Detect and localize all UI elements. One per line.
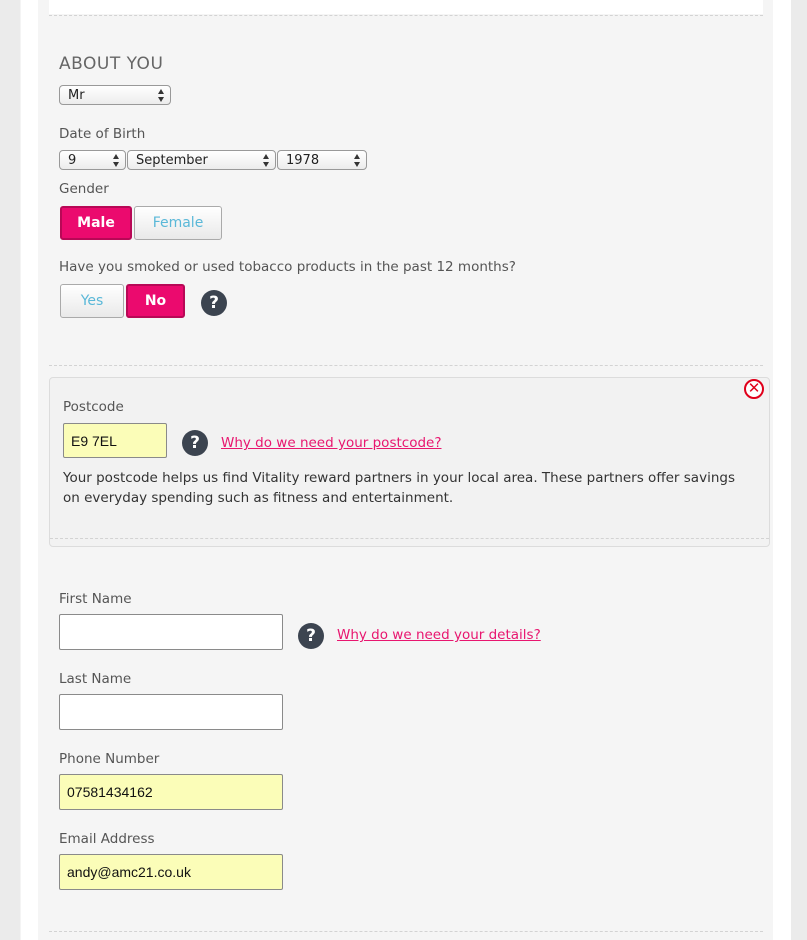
email-field[interactable]: andy@amc21.co.uk [59, 854, 283, 890]
close-circle-icon[interactable]: ✕ [744, 379, 764, 399]
question-mark-icon[interactable]: ? [298, 623, 324, 649]
dob-year-select[interactable]: 1978 [277, 150, 367, 170]
smoking-question: Have you smoked or used tobacco products… [59, 259, 516, 275]
gender-male-button[interactable]: Male [60, 206, 132, 240]
question-mark-icon[interactable]: ? [182, 430, 208, 456]
why-details-link[interactable]: Why do we need your details? [337, 627, 541, 643]
email-label: Email Address [59, 831, 155, 847]
section-divider [49, 931, 763, 932]
dob-day-value: 9 [68, 153, 77, 168]
why-postcode-link[interactable]: Why do we need your postcode? [221, 435, 442, 451]
dob-year-value: 1978 [286, 153, 320, 168]
panel-divider [50, 538, 769, 539]
last-name-label: Last Name [59, 671, 132, 687]
section-divider [49, 15, 763, 16]
section-divider [49, 365, 763, 366]
previous-section-card [49, 0, 763, 14]
last-name-field[interactable] [59, 694, 283, 730]
dob-label: Date of Birth [59, 126, 146, 142]
first-name-field[interactable] [59, 614, 283, 650]
title-select[interactable]: Mr [59, 85, 171, 105]
title-select-value: Mr [68, 88, 85, 103]
gender-label: Gender [59, 181, 109, 197]
postcode-panel [49, 377, 770, 547]
question-mark-icon[interactable]: ? [201, 290, 227, 316]
page-gutter-left [0, 0, 20, 940]
section-heading-about-you: ABOUT YOU [59, 54, 164, 74]
phone-field[interactable]: 07581434162 [59, 774, 283, 810]
dob-month-select[interactable]: September [127, 150, 276, 170]
page-gutter-right [791, 0, 807, 940]
select-arrows-icon [354, 153, 361, 167]
postcode-input[interactable]: E9 7EL [63, 423, 167, 458]
gender-female-button[interactable]: Female [134, 206, 222, 240]
select-arrows-icon [158, 88, 165, 102]
postcode-info-text: Your postcode helps us find Vitality rew… [63, 470, 735, 506]
phone-label: Phone Number [59, 751, 160, 767]
smoking-yes-button[interactable]: Yes [60, 284, 124, 318]
select-arrows-icon [113, 153, 120, 167]
first-name-label: First Name [59, 591, 132, 607]
select-arrows-icon [263, 153, 270, 167]
dob-day-select[interactable]: 9 [59, 150, 126, 170]
smoking-no-button[interactable]: No [126, 284, 185, 318]
dob-month-value: September [136, 153, 208, 168]
postcode-label: Postcode [63, 399, 124, 415]
